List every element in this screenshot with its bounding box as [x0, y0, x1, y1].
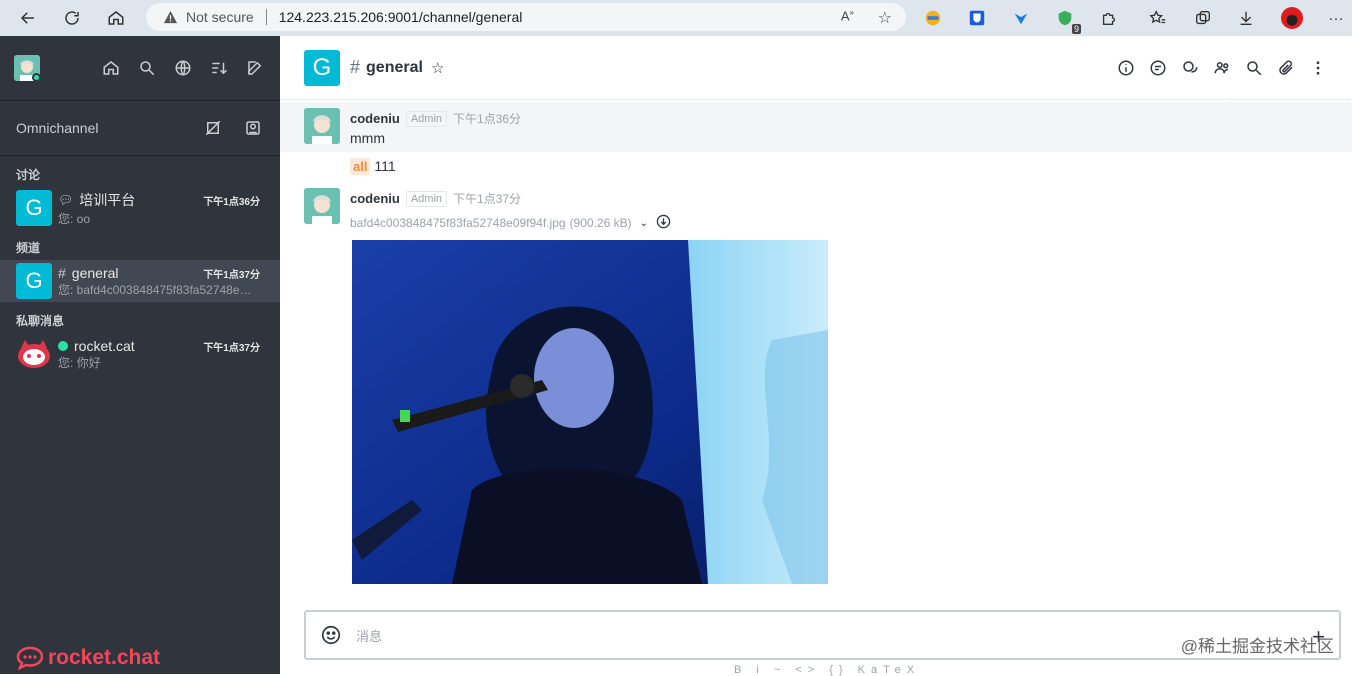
hash-icon: #	[350, 57, 361, 77]
room-name: 培训平台	[79, 191, 136, 208]
message-time: 下午1点37分	[453, 192, 522, 206]
sidebar-item-training-platform[interactable]: G 💬︎ 培训平台 您: oo 下午1点36分	[0, 187, 280, 229]
message-username[interactable]: codeniu	[350, 111, 400, 126]
rocket-chat-logo: rocket.chat	[16, 646, 160, 670]
sidebar-item-general[interactable]: G # general 您: bafd4c003848475f83fa52748…	[0, 260, 280, 302]
room-header-avatar: G	[304, 49, 340, 86]
logo-text: rocket.chat	[48, 646, 161, 669]
warning-icon	[162, 9, 178, 25]
create-new-icon[interactable]	[244, 57, 266, 79]
search-icon[interactable]	[136, 57, 158, 79]
section-title-discussions: 讨论	[16, 168, 41, 182]
rocket-chat-logo-icon	[16, 646, 44, 670]
message-body: 111	[374, 158, 396, 174]
attachment-image[interactable]	[352, 240, 828, 584]
message-row: codeniu Admin 下午1点36分 mmm	[280, 102, 1352, 152]
attachment-icon[interactable]	[1276, 58, 1296, 78]
kebab-menu-icon[interactable]	[1308, 58, 1328, 78]
home-icon[interactable]	[98, 0, 134, 36]
rocket-cat-avatar	[16, 336, 52, 372]
attachment-header: bafd4c003848475f83fa52748e09f94f.jpg (90…	[350, 214, 671, 232]
refresh-icon[interactable]	[54, 0, 90, 36]
chevron-down-icon[interactable]: ⌄	[640, 218, 648, 229]
security-label: Not secure	[186, 9, 254, 25]
divider	[265, 9, 267, 25]
extensions-puzzle-icon[interactable]	[1097, 6, 1121, 30]
emoji-icon[interactable]	[320, 624, 342, 646]
message-input-placeholder[interactable]: 消息	[356, 626, 382, 645]
sidebar-item-rocket-cat[interactable]: rocket.cat 您: 你好 下午1点37分	[0, 333, 280, 375]
message-row: all 111	[280, 156, 1352, 178]
section-title-direct: 私聊消息	[16, 314, 65, 328]
room-last-message: 您: oo	[58, 211, 91, 226]
attachment-filename[interactable]: bafd4c003848475f83fa52748e09f94f.jpg	[350, 216, 566, 230]
star-icon[interactable]: ☆	[431, 59, 444, 77]
mention-all-badge[interactable]: all	[350, 158, 371, 175]
url-text: 124.223.215.206:9001/channel/general	[278, 9, 523, 25]
home-icon[interactable]	[100, 57, 122, 79]
discussion-icon: 💬︎	[58, 192, 74, 207]
room-avatar: G	[16, 263, 52, 299]
message-username[interactable]: codeniu	[350, 191, 400, 206]
room-title: general	[366, 58, 423, 76]
attachment-size: (900.26 kB)	[569, 216, 632, 230]
omnichannel-label: Omnichannel	[16, 120, 99, 136]
role-badge: Admin	[405, 110, 448, 127]
user-avatar[interactable]	[304, 188, 340, 224]
message-time: 下午1点36分	[453, 112, 522, 126]
sort-icon[interactable]	[208, 57, 230, 79]
extension-tree-icon[interactable]	[1009, 6, 1033, 30]
omnichannel-unavailable-icon[interactable]	[202, 117, 224, 139]
search-messages-icon[interactable]	[1244, 58, 1264, 78]
room-header: G # general ☆	[280, 36, 1352, 100]
room-last-message: 您: 你好	[58, 355, 101, 370]
more-menu-icon[interactable]: ···	[1324, 6, 1348, 30]
directory-globe-icon[interactable]	[172, 57, 194, 79]
extension-shield-icon[interactable]	[921, 6, 945, 30]
members-icon[interactable]	[1212, 58, 1232, 78]
contact-center-icon[interactable]	[242, 117, 264, 139]
back-icon[interactable]	[10, 0, 46, 36]
threads-icon[interactable]	[1148, 58, 1168, 78]
role-badge: Admin	[405, 190, 448, 207]
collections-icon[interactable]	[1191, 6, 1215, 30]
sidebar: Omnichannel 讨论 G 💬︎ 培训平台 您: oo 下午1点36分 频…	[0, 36, 280, 674]
address-bar[interactable]: Not secure 124.223.215.206:9001/channel/…	[146, 3, 906, 31]
downloads-icon[interactable]	[1234, 6, 1258, 30]
favorites-icon[interactable]	[1146, 6, 1170, 30]
room-avatar: G	[16, 190, 52, 226]
sidebar-topbar	[0, 36, 280, 100]
section-title-channels: 频道	[16, 241, 41, 255]
room-time: 下午1点37分	[203, 343, 260, 354]
room-time: 下午1点37分	[203, 270, 260, 281]
formatting-toolbar[interactable]: B i ~ <> {} KaTeX	[734, 664, 920, 676]
browser-toolbar: Not secure 124.223.215.206:9001/channel/…	[0, 0, 1352, 36]
room-name: general	[71, 264, 119, 281]
extension-badge-icon[interactable]: 9	[1053, 6, 1081, 34]
user-avatar[interactable]	[14, 55, 40, 81]
bitwarden-icon[interactable]	[965, 6, 989, 30]
room-info-icon[interactable]	[1116, 58, 1136, 78]
hash-icon: #	[58, 264, 66, 281]
message-body: mmm	[350, 130, 385, 146]
download-icon[interactable]	[656, 214, 671, 232]
add-favorite-icon[interactable]: ☆	[878, 8, 892, 28]
online-status-icon	[32, 73, 40, 81]
online-status-icon	[58, 340, 68, 351]
read-aloud-icon[interactable]: A»	[841, 8, 854, 23]
extension-badge-count: 9	[1071, 24, 1081, 34]
room-last-message: 您: bafd4c003848475f83fa52748e09f94f.jpg	[58, 282, 258, 297]
room-time: 下午1点36分	[203, 197, 260, 208]
profile-avatar-icon[interactable]	[1280, 6, 1304, 30]
discussions-icon[interactable]	[1180, 58, 1200, 78]
user-avatar[interactable]	[304, 108, 340, 144]
main-panel: G # general ☆ codeniu Admin 下午1点36分 mmm …	[280, 36, 1352, 676]
omnichannel-bar: Omnichannel	[0, 100, 280, 156]
room-name: rocket.cat	[74, 337, 135, 354]
watermark-text: @稀土掘金技术社区	[1180, 637, 1334, 656]
